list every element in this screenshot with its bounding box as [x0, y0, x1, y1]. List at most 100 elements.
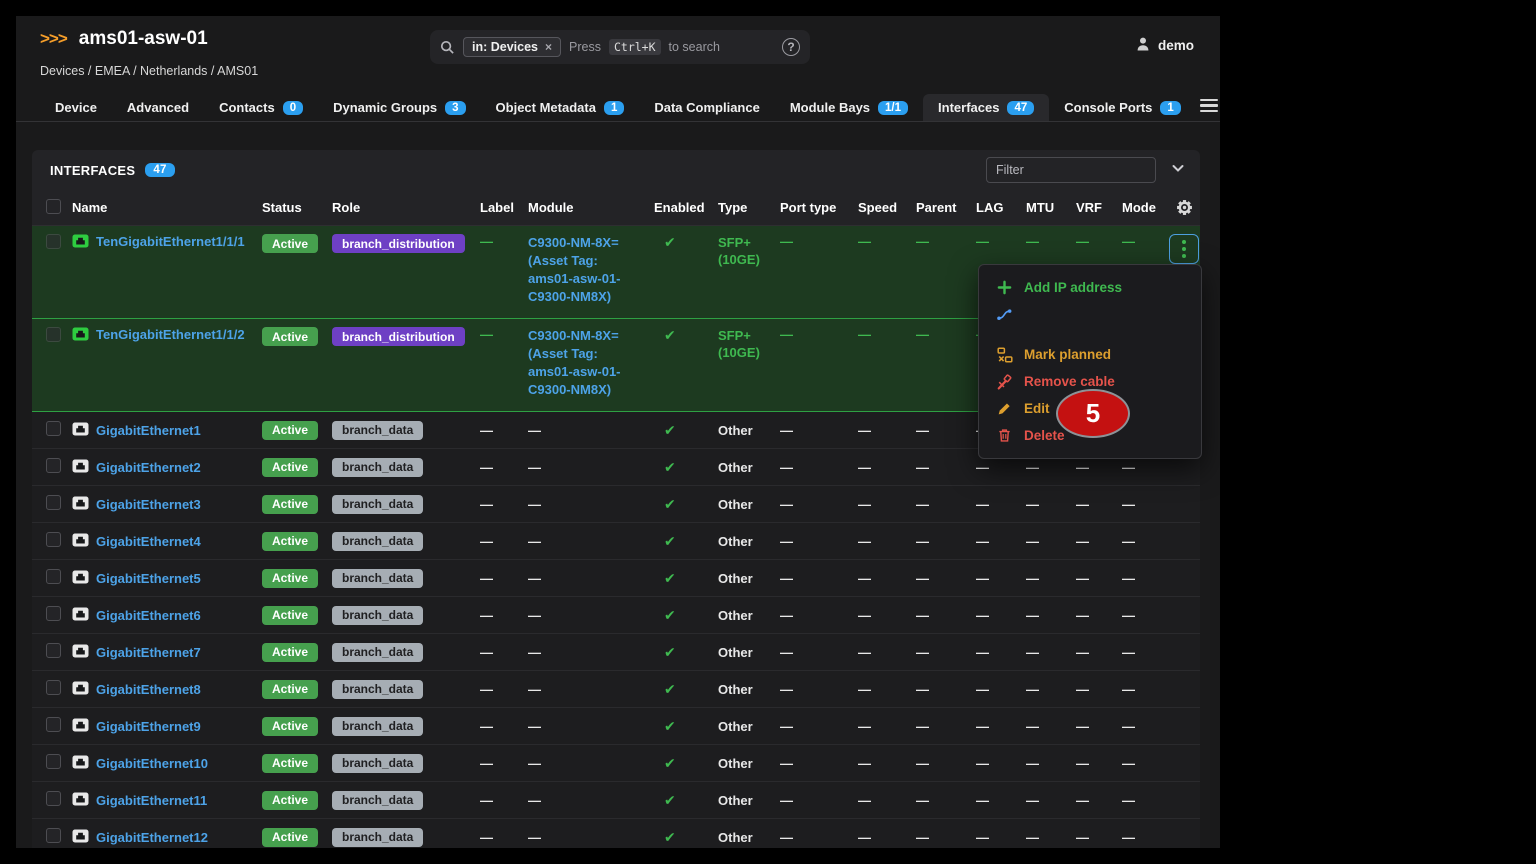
col-header-label[interactable]: Label — [480, 200, 528, 215]
col-header-enabled[interactable]: Enabled — [654, 200, 718, 215]
interface-link[interactable]: GigabitEthernet11 — [96, 793, 207, 808]
module-value: — — [528, 830, 541, 845]
row-checkbox[interactable] — [46, 643, 61, 658]
tab-object-metadata[interactable]: Object Metadata1 — [481, 94, 640, 121]
filter-input[interactable] — [986, 157, 1156, 183]
menu-item-mark-planned[interactable]: Mark planned — [979, 341, 1201, 368]
search-scope-chip[interactable]: in: Devices × — [463, 37, 561, 57]
row-checkbox[interactable] — [46, 828, 61, 843]
col-header-mode[interactable]: Mode — [1122, 200, 1168, 215]
menu-item-add-ip-address[interactable]: Add IP address — [979, 274, 1201, 301]
interface-link[interactable]: TenGigabitEthernet1/1/1 — [96, 234, 245, 249]
help-icon[interactable]: ? — [782, 38, 800, 56]
hamburger-menu-icon[interactable] — [1196, 93, 1220, 122]
col-header-lag[interactable]: LAG — [976, 200, 1026, 215]
module-link[interactable]: C9300-NM-8X= (Asset Tag: ams01-asw-01-C9… — [528, 327, 654, 399]
chip-remove-icon[interactable]: × — [545, 40, 552, 54]
status-cell: Active — [262, 327, 332, 346]
interface-link[interactable]: GigabitEthernet8 — [96, 682, 201, 697]
mode-cell: — — [1122, 682, 1168, 697]
col-header-role[interactable]: Role — [332, 200, 480, 215]
interface-link[interactable]: TenGigabitEthernet1/1/2 — [96, 327, 245, 342]
breadcrumb[interactable]: Devices / EMEA / Netherlands / AMS01 — [40, 64, 258, 78]
col-header-vrf[interactable]: VRF — [1076, 200, 1122, 215]
row-checkbox[interactable] — [46, 421, 61, 436]
speed-value: — — [858, 571, 871, 586]
enabled-check-icon: ✔ — [654, 792, 676, 808]
menu-item-trace[interactable] — [979, 301, 1201, 328]
type-value: Other — [718, 571, 759, 586]
type-cell: Other — [718, 718, 780, 735]
module-value: — — [528, 534, 541, 549]
table-config-button[interactable] — [1168, 199, 1200, 216]
table-row: GigabitEthernet10Activebranch_data——✔Oth… — [32, 745, 1200, 782]
filter-expand-icon[interactable] — [1170, 160, 1186, 181]
tab-data-compliance[interactable]: Data Compliance — [639, 94, 774, 121]
col-header-mtu[interactable]: MTU — [1026, 200, 1076, 215]
row-checkbox[interactable] — [46, 327, 61, 342]
row-checkbox[interactable] — [46, 791, 61, 806]
tab-console-ports[interactable]: Console Ports1 — [1049, 94, 1196, 121]
row-checkbox[interactable] — [46, 532, 61, 547]
tab-dynamic-groups[interactable]: Dynamic Groups3 — [318, 94, 480, 121]
label-value: — — [480, 645, 493, 660]
port-type-value: — — [780, 793, 793, 808]
port-type-cell: — — [780, 719, 858, 734]
interface-link[interactable]: GigabitEthernet1 — [96, 423, 201, 438]
interface-link[interactable]: GigabitEthernet5 — [96, 571, 201, 586]
role-cell: branch_data — [332, 717, 480, 736]
col-header-module[interactable]: Module — [528, 200, 654, 215]
select-all-checkbox[interactable] — [46, 199, 61, 214]
tab-device[interactable]: Device — [40, 94, 112, 121]
tab-module-bays[interactable]: Module Bays1/1 — [775, 94, 923, 121]
parent-value: — — [916, 682, 929, 697]
interface-link[interactable]: GigabitEthernet9 — [96, 719, 201, 734]
col-header-name[interactable]: Name — [72, 200, 262, 215]
table-row: GigabitEthernet3Activebranch_data——✔Othe… — [32, 486, 1200, 523]
interface-link[interactable]: GigabitEthernet3 — [96, 497, 201, 512]
row-checkbox[interactable] — [46, 606, 61, 621]
role-badge: branch_data — [332, 754, 423, 773]
role-badge: branch_data — [332, 569, 423, 588]
tab-advanced[interactable]: Advanced — [112, 94, 204, 121]
interface-link[interactable]: GigabitEthernet12 — [96, 830, 208, 845]
ethernet-port-icon — [72, 422, 89, 439]
vrf-value: — — [1076, 682, 1089, 697]
col-header-type[interactable]: Type — [718, 200, 780, 215]
vrf-value: — — [1076, 571, 1089, 586]
interface-name-cell: GigabitEthernet7 — [72, 644, 262, 661]
type-value: Other — [718, 423, 759, 438]
interface-link[interactable]: GigabitEthernet2 — [96, 460, 201, 475]
parent-cell: — — [916, 460, 976, 475]
row-checkbox[interactable] — [46, 680, 61, 695]
module-value: — — [528, 793, 541, 808]
row-checkbox[interactable] — [46, 458, 61, 473]
tab-interfaces[interactable]: Interfaces47 — [923, 94, 1049, 121]
tab-contacts[interactable]: Contacts0 — [204, 94, 318, 121]
row-checkbox-cell — [32, 606, 72, 624]
global-search-input[interactable]: in: Devices × Press Ctrl+K to search ? — [430, 30, 810, 64]
col-header-status[interactable]: Status — [262, 200, 332, 215]
row-checkbox[interactable] — [46, 754, 61, 769]
interface-name-cell: GigabitEthernet5 — [72, 570, 262, 587]
module-cell: C9300-NM-8X= (Asset Tag: ams01-asw-01-C9… — [528, 327, 654, 399]
interface-link[interactable]: GigabitEthernet6 — [96, 608, 201, 623]
module-link[interactable]: C9300-NM-8X= (Asset Tag: ams01-asw-01-C9… — [528, 234, 654, 306]
row-checkbox[interactable] — [46, 569, 61, 584]
col-header-parent[interactable]: Parent — [916, 200, 976, 215]
user-menu[interactable]: demo — [1135, 36, 1194, 55]
col-header-speed[interactable]: Speed — [858, 200, 916, 215]
row-checkbox[interactable] — [46, 234, 61, 249]
mtu-value: — — [1026, 756, 1039, 771]
row-checkbox[interactable] — [46, 717, 61, 732]
status-badge: Active — [262, 754, 318, 773]
row-actions-button[interactable] — [1169, 234, 1199, 264]
enabled-cell: ✔ — [654, 829, 718, 846]
interface-link[interactable]: GigabitEthernet10 — [96, 756, 208, 771]
status-cell: Active — [262, 828, 332, 847]
interface-link[interactable]: GigabitEthernet4 — [96, 534, 201, 549]
port-type-cell: — — [780, 423, 858, 438]
interface-link[interactable]: GigabitEthernet7 — [96, 645, 201, 660]
row-checkbox[interactable] — [46, 495, 61, 510]
col-header-port-type[interactable]: Port type — [780, 200, 858, 215]
